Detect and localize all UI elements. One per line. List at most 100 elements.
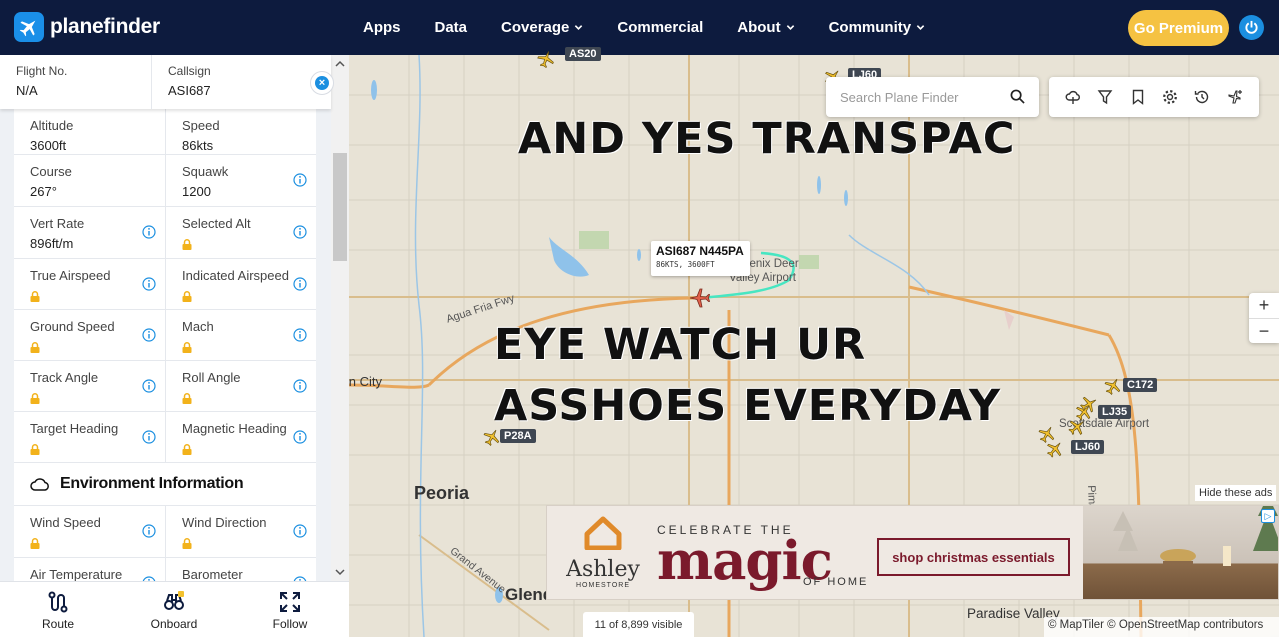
environment-title: Environment Information: [60, 475, 244, 492]
panel-scrollbar[interactable]: [331, 55, 349, 637]
search-icon[interactable]: [1010, 89, 1025, 109]
lock-icon[interactable]: [30, 391, 40, 404]
aircraft-type-tag[interactable]: P28A: [500, 429, 536, 443]
info-icon[interactable]: [293, 277, 307, 291]
info-icon[interactable]: [293, 225, 307, 239]
zoom-control: + −: [1249, 293, 1279, 343]
house-icon: [584, 516, 622, 551]
onboard-button[interactable]: Onboard: [116, 582, 232, 637]
meme-text-line: AND YES TRANSPAC: [518, 114, 1016, 164]
aircraft-type-tag[interactable]: C172: [1123, 378, 1158, 392]
ad-brand-sub: HOMESTORE: [576, 582, 630, 589]
lock-icon[interactable]: [30, 442, 40, 455]
logo-text: planefinder: [50, 15, 160, 38]
aircraft-type-tag[interactable]: LJ35: [1098, 405, 1132, 419]
lock-icon[interactable]: [182, 237, 192, 250]
power-icon[interactable]: [1239, 15, 1264, 40]
stat-cell-track-angle: Track Angle: [14, 361, 165, 412]
info-icon[interactable]: [293, 173, 307, 187]
place-label: Sun City: [349, 374, 382, 389]
stat-cell-target-heading: Target Heading: [14, 412, 165, 463]
info-icon[interactable]: [142, 328, 156, 342]
aircraft-marker[interactable]: [1080, 395, 1098, 413]
info-icon[interactable]: [142, 225, 156, 239]
info-icon[interactable]: [142, 430, 156, 444]
panel-bottom-bar: Route Onboard Follow: [0, 581, 349, 637]
settings-icon[interactable]: [1160, 87, 1180, 107]
nav-item-apps[interactable]: Apps: [363, 19, 401, 36]
nav-item-commercial[interactable]: Commercial: [617, 19, 703, 36]
expand-icon: [280, 592, 300, 612]
lock-icon[interactable]: [182, 442, 192, 455]
stat-cell-altitude: Altitude 3600ft: [14, 109, 165, 155]
scroll-down-icon[interactable]: [335, 567, 345, 577]
flight-label-title: ASI687 N445PA: [656, 244, 744, 258]
follow-label: Follow: [272, 617, 308, 631]
aircraft-type-tag[interactable]: AS20: [565, 47, 601, 61]
aircraft-marker[interactable]: [483, 428, 501, 446]
stat-cell-wind-direction: Wind Direction: [165, 506, 316, 558]
info-icon[interactable]: [142, 524, 156, 538]
follow-button[interactable]: Follow: [232, 582, 348, 637]
stat-cell-selected-alt: Selected Alt: [165, 207, 316, 259]
lock-icon[interactable]: [30, 340, 40, 353]
lock-icon[interactable]: [30, 536, 40, 549]
top-nav: planefinder Apps Data Coverage Commercial Ab…: [0, 0, 1279, 55]
planefinder-logo[interactable]: planefinder: [14, 12, 160, 42]
nav-item-label: Data: [434, 19, 468, 36]
info-icon[interactable]: [142, 277, 156, 291]
bookmark-icon[interactable]: [1128, 87, 1148, 107]
stat-value: 267°: [30, 184, 57, 199]
stat-cell-roll-angle: Roll Angle: [165, 361, 316, 412]
lock-icon[interactable]: [182, 289, 192, 302]
lock-icon[interactable]: [182, 340, 192, 353]
route-icon: [48, 591, 68, 613]
route-button[interactable]: Route: [0, 582, 116, 637]
add-plane-icon[interactable]: [1225, 87, 1245, 107]
meme-text-line: EYE WATCH UR: [494, 320, 867, 370]
nav-item-label: Coverage: [501, 19, 570, 36]
selected-flight-label[interactable]: ASI687 N445PA 86KTS, 3600FT: [651, 241, 750, 276]
chevron-down-icon: [786, 25, 794, 30]
advertisement-banner[interactable]: Ashley HOMESTORE CELEBRATE THE magic OF …: [546, 505, 1279, 600]
nav-item-data[interactable]: Data: [435, 19, 468, 36]
zoom-out-button[interactable]: −: [1249, 318, 1279, 343]
adchoices-icon[interactable]: ▷: [1261, 509, 1275, 523]
close-panel-button[interactable]: ×: [310, 71, 334, 95]
stat-label: Altitude: [30, 118, 74, 133]
lock-icon[interactable]: [30, 289, 40, 302]
selected-plane-icon[interactable]: [689, 287, 711, 309]
plane-logo-icon: [14, 12, 44, 42]
ad-cta-button[interactable]: shop christmas essentials: [877, 538, 1070, 576]
aircraft-marker[interactable]: [1038, 425, 1056, 443]
hide-ads-link[interactable]: Hide these ads: [1195, 485, 1277, 501]
aircraft-marker[interactable]: [537, 50, 555, 68]
search-input[interactable]: [840, 89, 1005, 105]
weather-icon[interactable]: [1063, 87, 1083, 107]
map-attribution[interactable]: © MapTiler © OpenStreetMap contributors: [1044, 617, 1279, 637]
info-icon[interactable]: [142, 379, 156, 393]
info-icon[interactable]: [293, 379, 307, 393]
scroll-up-icon[interactable]: [335, 59, 345, 69]
zoom-in-button[interactable]: +: [1249, 293, 1279, 318]
aircraft-marker[interactable]: [1104, 377, 1122, 395]
ad-brand-name: Ashley: [566, 557, 640, 582]
lock-icon[interactable]: [182, 391, 192, 404]
info-icon[interactable]: [293, 430, 307, 444]
callsign-cell: Callsign ASI687: [151, 55, 302, 109]
info-icon[interactable]: [293, 524, 307, 538]
filter-icon[interactable]: [1095, 87, 1115, 107]
go-premium-button[interactable]: Go Premium: [1128, 10, 1229, 46]
lock-icon[interactable]: [182, 536, 192, 549]
nav-item-about[interactable]: About: [737, 19, 794, 36]
scrollbar-thumb[interactable]: [333, 153, 347, 261]
aircraft-marker[interactable]: [1068, 418, 1086, 436]
stat-cell-vert-rate: Vert Rate 896ft/m: [14, 207, 165, 259]
info-icon[interactable]: [293, 328, 307, 342]
flight-label-subtitle: 86KTS, 3600FT: [656, 260, 715, 269]
nav-item-label: Commercial: [617, 19, 704, 36]
nav-item-coverage[interactable]: Coverage: [501, 19, 583, 36]
nav-item-community[interactable]: Community: [829, 19, 926, 36]
aircraft-type-tag[interactable]: LJ60: [1071, 440, 1105, 454]
history-icon[interactable]: [1192, 87, 1212, 107]
